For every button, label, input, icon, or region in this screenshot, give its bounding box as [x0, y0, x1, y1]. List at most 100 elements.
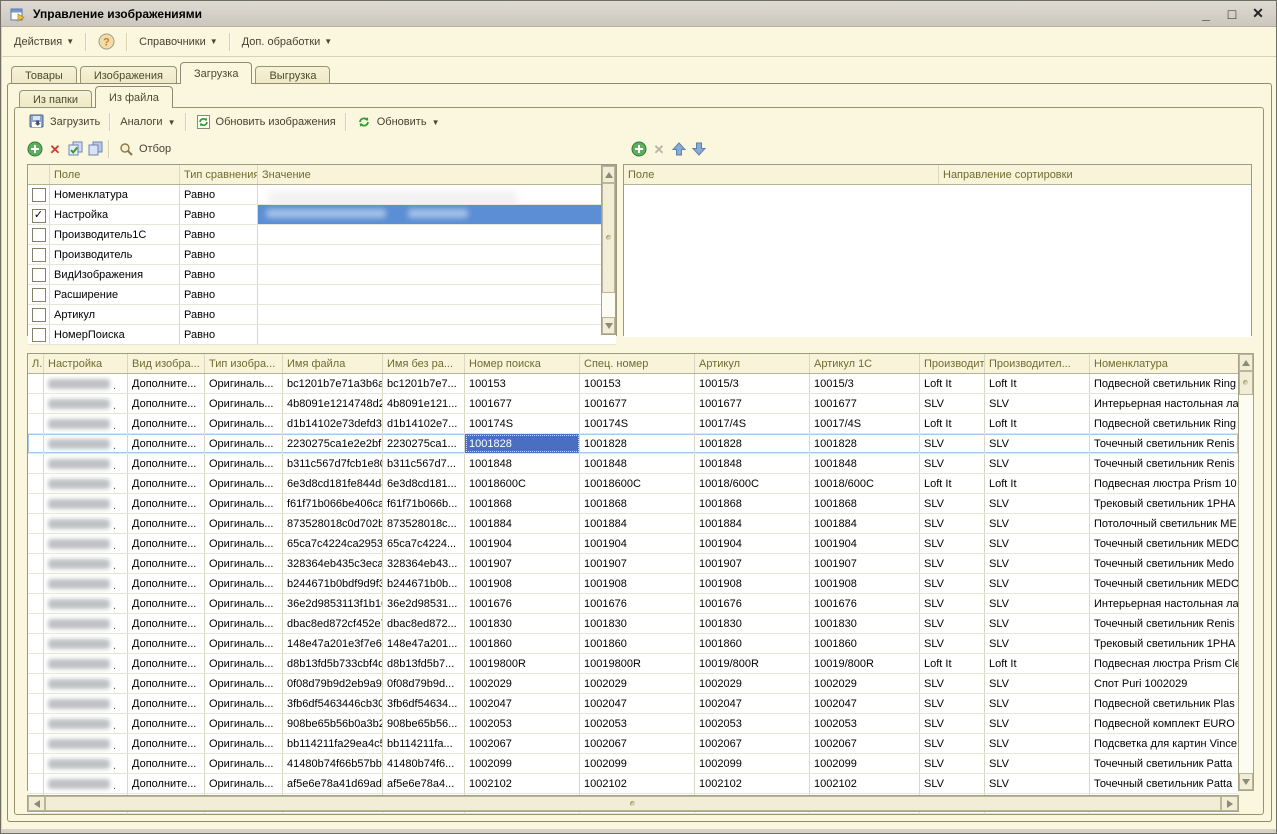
cell-manufacturer-1c[interactable]: SLV: [985, 394, 1090, 413]
cell-kind[interactable]: Дополните...: [128, 654, 205, 673]
checkbox-unchecked-icon[interactable]: [32, 248, 46, 262]
table-row[interactable]: .Дополните...Оригиналь...b244671b0bdf9d9…: [28, 574, 1238, 594]
cell-file[interactable]: 908be65b56b0a3b2f...: [283, 714, 383, 733]
cell-search-num[interactable]: 1001884: [465, 514, 580, 533]
cell-compare-type[interactable]: Равно: [180, 185, 258, 204]
cell-search-num[interactable]: 1002029: [465, 674, 580, 693]
cell-type[interactable]: Оригиналь...: [205, 534, 283, 553]
cell-file-short[interactable]: 41480b74f6...: [383, 754, 465, 773]
cell-file-short[interactable]: d1b14102e7...: [383, 414, 465, 433]
cell-type[interactable]: Оригиналь...: [205, 374, 283, 393]
cell-manufacturer[interactable]: SLV: [920, 394, 985, 413]
filter-vertical-scrollbar[interactable]: [601, 165, 616, 335]
cell-article[interactable]: 1001868: [695, 494, 810, 513]
table-row[interactable]: .Дополните...Оригиналь...bc1201b7e71a3b6…: [28, 374, 1238, 394]
cell-article[interactable]: 10019/800R: [695, 654, 810, 673]
table-row[interactable]: .Дополните...Оригиналь...0f08d79b9d2eb9a…: [28, 674, 1238, 694]
table-row[interactable]: .Дополните...Оригиналь...908be65b56b0a3b…: [28, 714, 1238, 734]
scrollbar-track[interactable]: [1239, 395, 1253, 773]
clear-flags-button[interactable]: [85, 139, 105, 159]
cell-search-num[interactable]: 1002102: [465, 774, 580, 793]
cell-field[interactable]: Производитель: [50, 245, 180, 264]
cell-setting-redacted[interactable]: .: [44, 574, 128, 593]
cell-kind[interactable]: Дополните...: [128, 674, 205, 693]
cell-compare-type[interactable]: Равно: [180, 305, 258, 324]
filter-row[interactable]: Производитель1СРавно: [28, 225, 616, 245]
checkbox-unchecked-icon[interactable]: [32, 188, 46, 202]
column-header-file-name[interactable]: Имя файла: [283, 354, 383, 373]
cell-article[interactable]: 1002067: [695, 734, 810, 753]
cell-setting-redacted[interactable]: .: [44, 454, 128, 473]
cell-type[interactable]: Оригиналь...: [205, 614, 283, 633]
cell-spec-num[interactable]: 100153: [580, 374, 695, 393]
cell-setting-redacted[interactable]: .: [44, 774, 128, 793]
cell-article[interactable]: 10018/600C: [695, 474, 810, 493]
cell-setting-redacted[interactable]: .: [44, 734, 128, 753]
cell-spec-num[interactable]: 1001676: [580, 594, 695, 613]
cell-search-num[interactable]: 1002047: [465, 694, 580, 713]
cell-spec-num[interactable]: 1002102: [580, 774, 695, 793]
column-header-article-1c[interactable]: Артикул 1С: [810, 354, 920, 373]
cell-manufacturer[interactable]: SLV: [920, 674, 985, 693]
cell-compare-type[interactable]: Равно: [180, 285, 258, 304]
cell-manufacturer[interactable]: SLV: [920, 634, 985, 653]
scroll-up-button[interactable]: [1239, 354, 1253, 371]
cell-line-marker[interactable]: [28, 754, 44, 773]
cell-line-marker[interactable]: [28, 534, 44, 553]
cell-spec-num[interactable]: 1001677: [580, 394, 695, 413]
cell-manufacturer-1c[interactable]: SLV: [985, 594, 1090, 613]
cell-field[interactable]: Расширение: [50, 285, 180, 304]
cell-line-marker[interactable]: [28, 774, 44, 793]
cell-manufacturer-1c[interactable]: SLV: [985, 494, 1090, 513]
tab-zagruzka[interactable]: Загрузка: [180, 62, 252, 84]
cell-manufacturer-1c[interactable]: SLV: [985, 634, 1090, 653]
row-checkbox[interactable]: [28, 265, 50, 284]
cell-file[interactable]: 6e3d8cd181fe844d8...: [283, 474, 383, 493]
cell-line-marker[interactable]: [28, 674, 44, 693]
cell-manufacturer[interactable]: SLV: [920, 734, 985, 753]
cell-manufacturer[interactable]: SLV: [920, 594, 985, 613]
cell-manufacturer[interactable]: SLV: [920, 694, 985, 713]
cell-article-1c[interactable]: 10015/3: [810, 374, 920, 393]
cell-file[interactable]: b311c567d7fcb1e80...: [283, 454, 383, 473]
cell-spec-num[interactable]: 1001907: [580, 554, 695, 573]
cell-line-marker[interactable]: [28, 594, 44, 613]
cell-manufacturer[interactable]: Loft It: [920, 374, 985, 393]
row-checkbox[interactable]: [28, 285, 50, 304]
cell-spec-num[interactable]: 1001848: [580, 454, 695, 473]
cell-search-num[interactable]: 1001908: [465, 574, 580, 593]
cell-type[interactable]: Оригиналь...: [205, 774, 283, 793]
cell-article-1c[interactable]: 1001828: [810, 434, 920, 453]
cell-setting-redacted[interactable]: .: [44, 614, 128, 633]
cell-article-1c[interactable]: 1002029: [810, 674, 920, 693]
tab-iz-papki[interactable]: Из папки: [19, 90, 92, 108]
cell-article-1c[interactable]: 1002102: [810, 774, 920, 793]
cell-line-marker[interactable]: [28, 654, 44, 673]
cell-spec-num[interactable]: 1001860: [580, 634, 695, 653]
cell-line-marker[interactable]: [28, 574, 44, 593]
table-row[interactable]: .Дополните...Оригиналь...65ca7c4224ca295…: [28, 534, 1238, 554]
column-header-field[interactable]: Поле: [50, 165, 180, 184]
cell-manufacturer[interactable]: SLV: [920, 614, 985, 633]
cell-article-1c[interactable]: 1001830: [810, 614, 920, 633]
cell-file-short[interactable]: dbac8ed872...: [383, 614, 465, 633]
cell-search-num[interactable]: 10019800R: [465, 654, 580, 673]
cell-kind[interactable]: Дополните...: [128, 734, 205, 753]
cell-kind[interactable]: Дополните...: [128, 554, 205, 573]
cell-spec-num[interactable]: 1002067: [580, 734, 695, 753]
cell-article[interactable]: 1001860: [695, 634, 810, 653]
cell-spec-num[interactable]: 100174S: [580, 414, 695, 433]
column-header-search-number[interactable]: Номер поиска: [465, 354, 580, 373]
cell-manufacturer-1c[interactable]: SLV: [985, 574, 1090, 593]
cell-manufacturer-1c[interactable]: SLV: [985, 534, 1090, 553]
cell-file[interactable]: d8b13fd5b733cbf4df...: [283, 654, 383, 673]
cell-kind[interactable]: Дополните...: [128, 634, 205, 653]
scroll-down-button[interactable]: [602, 317, 615, 334]
cell-nomenclature[interactable]: Интерьерная настольная ла: [1090, 394, 1238, 413]
column-header-compare[interactable]: Тип сравнения: [180, 165, 258, 184]
cell-file-short[interactable]: 4b8091e121...: [383, 394, 465, 413]
cell-spec-num[interactable]: 1001828: [580, 434, 695, 453]
cell-setting-redacted[interactable]: .: [44, 554, 128, 573]
filter-row[interactable]: НомерПоискаРавно: [28, 325, 616, 345]
table-horizontal-scrollbar[interactable]: [27, 795, 1239, 812]
